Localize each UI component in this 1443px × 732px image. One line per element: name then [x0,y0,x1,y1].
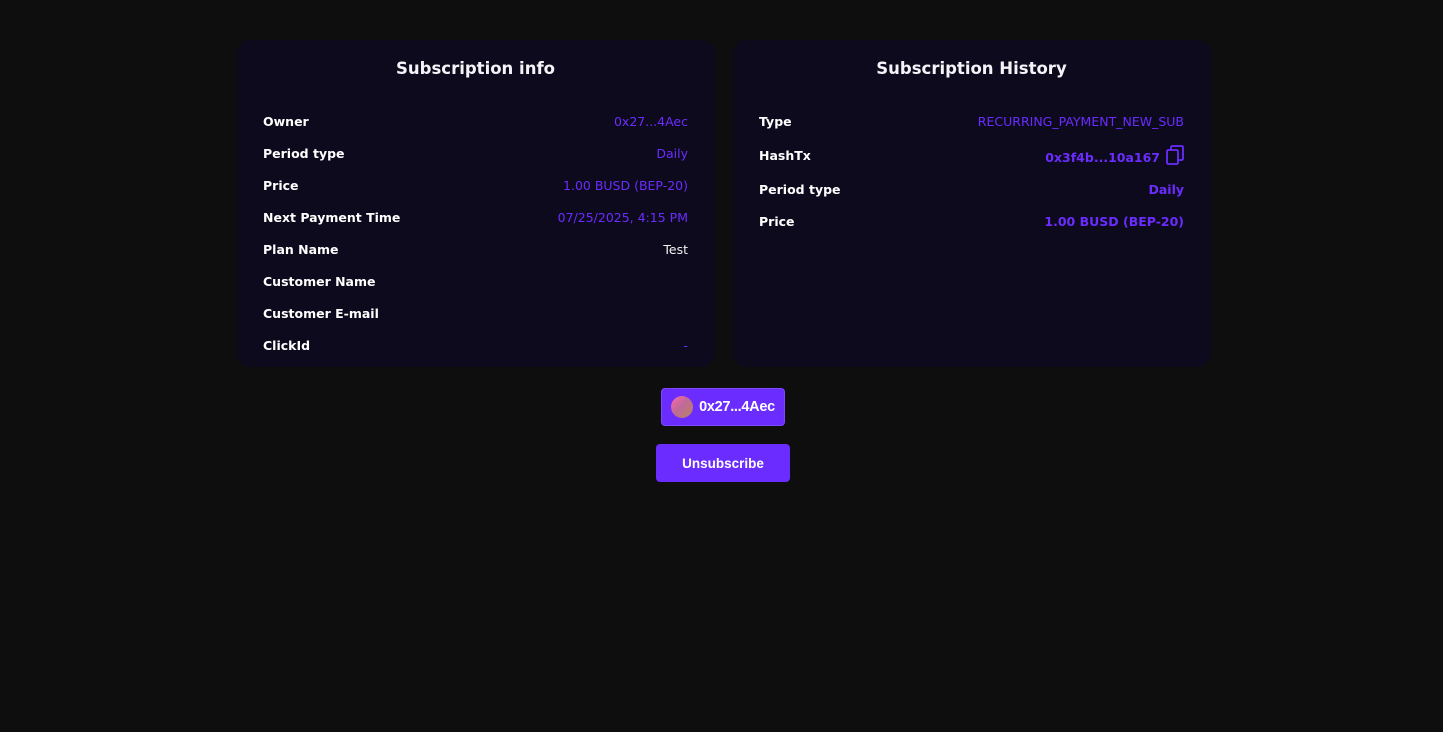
info-label: Plan Name [263,241,339,257]
next-payment-value: 07/25/2025, 4:15 PM [557,209,688,225]
info-label: Price [263,177,299,193]
avatar [671,396,694,418]
clickid-value: - [683,337,688,353]
hashtx-wrap: 0x3f4b...10a167 [1045,145,1184,165]
period-type-value: Daily [656,145,688,161]
history-label: Period type [759,181,841,197]
history-price-value: 1.00 BUSD (BEP-20) [1044,213,1184,229]
info-row-customer-email: Customer E-mail [263,297,688,329]
info-label: Owner [263,113,309,129]
history-row-price: Price 1.00 BUSD (BEP-20) [759,205,1184,237]
info-label: Next Payment Time [263,209,401,225]
hashtx-value: 0x3f4b...10a167 [1045,149,1160,165]
price-value: 1.00 BUSD (BEP-20) [563,177,688,193]
info-row-customer-name: Customer Name [263,265,688,297]
info-row-owner: Owner 0x27...4Aec [263,105,688,137]
info-row-price: Price 1.00 BUSD (BEP-20) [263,169,688,201]
history-label: Price [759,213,795,229]
info-row-clickid: ClickId - [263,329,688,361]
history-label: Type [759,113,792,129]
info-row-next-payment: Next Payment Time 07/25/2025, 4:15 PM [263,201,688,233]
history-row-hashtx: HashTx 0x3f4b...10a167 [759,137,1184,173]
info-label: Customer Name [263,273,376,289]
subscription-history-card: Subscription History Type RECURRING_PAYM… [733,40,1211,367]
info-label: Customer E-mail [263,305,379,321]
cards-container: Subscription info Owner 0x27...4Aec Peri… [237,40,1211,367]
history-row-type: Type RECURRING_PAYMENT_NEW_SUB [759,105,1184,137]
history-row-period-type: Period type Daily [759,173,1184,205]
history-label: HashTx [759,147,811,163]
subscription-info-title: Subscription info [396,59,555,78]
info-row-plan-name: Plan Name Test [263,233,688,265]
wallet-address-label: 0x27...4Aec [699,399,775,415]
info-label: Period type [263,145,345,161]
plan-name-value: Test [663,241,688,257]
copy-icon[interactable] [1166,145,1184,165]
info-row-period-type: Period type Daily [263,137,688,169]
unsubscribe-button[interactable]: Unsubscribe [656,444,790,482]
wallet-button[interactable]: 0x27...4Aec [661,388,785,426]
subscription-history-title: Subscription History [876,59,1067,78]
history-period-type-value: Daily [1148,181,1184,197]
type-value: RECURRING_PAYMENT_NEW_SUB [977,113,1184,129]
owner-address-value: 0x27...4Aec [613,113,688,129]
subscription-info-card: Subscription info Owner 0x27...4Aec Peri… [237,40,715,367]
info-label: ClickId [263,337,311,353]
